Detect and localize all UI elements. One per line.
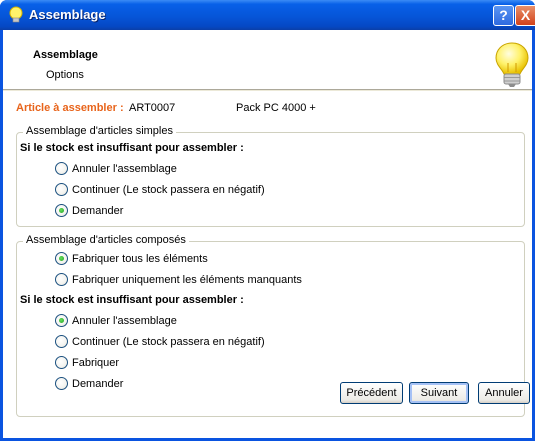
page-title: Assemblage [33, 49, 98, 61]
radio-label: Fabriquer uniquement les éléments manqua… [72, 273, 302, 286]
composed-stock-question: Si le stock est insuffisant pour assembl… [20, 294, 244, 306]
composed-radio-build-all[interactable]: Fabriquer tous les éléments [55, 252, 208, 265]
help-button[interactable]: ? [493, 5, 514, 26]
composed-group-legend: Assemblage d'articles composés [23, 234, 189, 246]
wizard-header: Assemblage Options [3, 30, 532, 90]
title-bar[interactable]: Assemblage ? X [0, 0, 535, 30]
composed-radio-cancel[interactable]: Annuler l'assemblage [55, 314, 177, 327]
radio-label: Annuler l'assemblage [72, 314, 177, 327]
page-subtitle: Options [46, 69, 84, 81]
radio-label: Demander [72, 377, 124, 390]
radio-label: Fabriquer tous les éléments [72, 252, 208, 265]
composed-radio-continue[interactable]: Continuer (Le stock passera en négatif) [55, 335, 265, 348]
radio-label: Demander [72, 204, 124, 217]
close-button[interactable]: X [515, 5, 535, 26]
article-code: ART0007 [129, 102, 176, 114]
lightbulb-icon [495, 42, 529, 87]
composed-radio-build[interactable]: Fabriquer [55, 356, 119, 369]
radio-icon [55, 183, 68, 196]
radio-icon [55, 162, 68, 175]
window-title: Assemblage [29, 7, 106, 22]
composed-radio-ask[interactable]: Demander [55, 377, 123, 390]
cancel-button[interactable]: Annuler [478, 382, 530, 404]
radio-label: Annuler l'assemblage [72, 162, 177, 175]
lightbulb-icon [9, 6, 23, 23]
radio-label: Continuer (Le stock passera en négatif) [72, 183, 265, 196]
simple-radio-ask[interactable]: Demander [55, 204, 123, 217]
radio-label: Continuer (Le stock passera en négatif) [72, 335, 265, 348]
dialog-window: Assemblage ? X Assemblage Options Articl… [0, 0, 535, 441]
simple-stock-question: Si le stock est insuffisant pour assembl… [20, 142, 244, 154]
article-label: Article à assembler : [16, 102, 124, 114]
radio-icon [55, 356, 68, 369]
radio-checked-icon [55, 252, 68, 265]
simple-radio-cancel[interactable]: Annuler l'assemblage [55, 162, 177, 175]
article-name: Pack PC 4000 + [236, 102, 316, 114]
simple-group-legend: Assemblage d'articles simples [23, 125, 176, 137]
next-button[interactable]: Suivant [409, 382, 469, 404]
radio-icon [55, 335, 68, 348]
simple-articles-group: Assemblage d'articles simples Si le stoc… [16, 125, 525, 227]
simple-radio-continue[interactable]: Continuer (Le stock passera en négatif) [55, 183, 265, 196]
radio-checked-icon [55, 204, 68, 217]
radio-checked-icon [55, 314, 68, 327]
previous-button[interactable]: Précédent [340, 382, 403, 404]
dialog-client: Assemblage Options Article à assembler:… [3, 30, 532, 438]
radio-icon [55, 273, 68, 286]
radio-label: Fabriquer [72, 356, 120, 369]
composed-radio-build-missing[interactable]: Fabriquer uniquement les éléments manqua… [55, 273, 302, 286]
radio-icon [55, 377, 68, 390]
